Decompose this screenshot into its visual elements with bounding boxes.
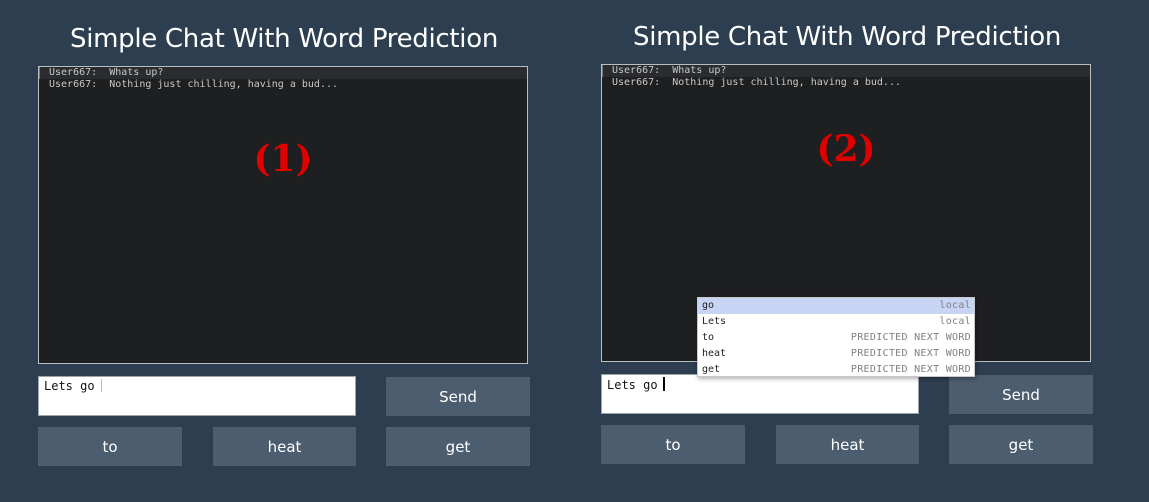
chat-message: User667: Whats up?: [39, 67, 527, 79]
chat-message: User667: Whats up?: [602, 65, 1090, 77]
autocomplete-option[interactable]: Lets local: [698, 314, 974, 330]
suggestion-button-3[interactable]: get: [949, 425, 1093, 464]
autocomplete-word: to: [702, 332, 715, 343]
autocomplete-source: local: [939, 316, 971, 327]
autocomplete-dropdown[interactable]: go local Lets local to PREDICTED NEXT WORD …: [697, 297, 975, 377]
autocomplete-option[interactable]: go local: [698, 298, 974, 314]
chat-text: Nothing just chilling, having a bud...: [672, 77, 901, 88]
autocomplete-word: Lets: [702, 316, 727, 327]
autocomplete-word: go: [702, 300, 715, 311]
autocomplete-option[interactable]: heat PREDICTED NEXT WORD: [698, 346, 974, 362]
chat-panel-1: Simple Chat With Word Prediction User667…: [38, 0, 530, 502]
message-input[interactable]: Lets go: [38, 376, 356, 416]
autocomplete-word: get: [702, 364, 721, 375]
autocomplete-source: PREDICTED NEXT WORD: [850, 332, 971, 343]
page-title: Simple Chat With Word Prediction: [632, 22, 1062, 52]
autocomplete-source: PREDICTED NEXT WORD: [850, 348, 971, 359]
message-input-value: Lets go: [607, 378, 658, 392]
page-title: Simple Chat With Word Prediction: [69, 24, 499, 54]
chat-user: User667:: [49, 79, 98, 90]
autocomplete-source: PREDICTED NEXT WORD: [850, 364, 971, 375]
figure-marker: (1): [253, 138, 313, 180]
figure-marker: (2): [816, 128, 876, 170]
chat-user: User667:: [612, 65, 661, 76]
chat-text: Nothing just chilling, having a bud...: [109, 79, 338, 90]
chat-message: User667: Nothing just chilling, having a…: [602, 77, 1090, 89]
suggestion-button-2[interactable]: heat: [776, 425, 919, 464]
suggestion-button-1[interactable]: to: [38, 427, 182, 466]
message-input[interactable]: Lets go: [601, 374, 919, 414]
autocomplete-word: heat: [702, 348, 727, 359]
suggestion-button-2[interactable]: heat: [213, 427, 356, 466]
message-input-value: Lets go: [44, 379, 95, 393]
suggestion-button-1[interactable]: to: [601, 425, 745, 464]
chat-log[interactable]: User667: Whats up? User667: Nothing just…: [38, 66, 528, 364]
autocomplete-source: local: [939, 300, 971, 311]
send-button[interactable]: Send: [949, 375, 1093, 414]
autocomplete-option[interactable]: to PREDICTED NEXT WORD: [698, 330, 974, 346]
autocomplete-option[interactable]: get PREDICTED NEXT WORD: [698, 362, 974, 378]
chat-user: User667:: [49, 67, 98, 78]
chat-panel-2: Simple Chat With Word Prediction User667…: [601, 0, 1093, 502]
chat-user: User667:: [612, 77, 661, 88]
text-caret: [100, 379, 102, 392]
text-caret: [662, 377, 665, 391]
suggestion-button-3[interactable]: get: [386, 427, 530, 466]
chat-text: Whats up?: [109, 67, 164, 78]
chat-text: Whats up?: [672, 65, 727, 76]
chat-message: User667: Nothing just chilling, having a…: [39, 79, 527, 91]
send-button[interactable]: Send: [386, 377, 530, 416]
